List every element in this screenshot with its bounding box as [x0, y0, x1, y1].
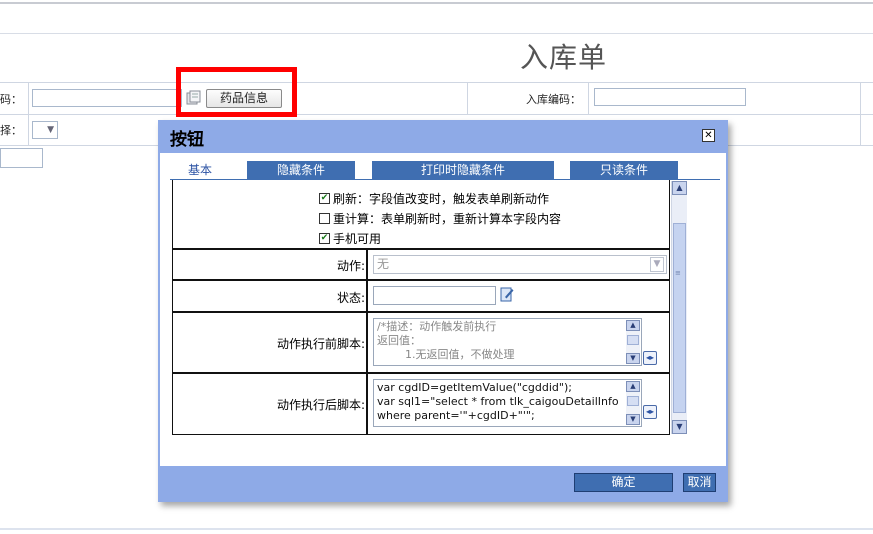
refresh-label: 刷新：字段值改变时，触发表单刷新动作 — [333, 192, 550, 206]
action-label: 动作: — [336, 259, 365, 273]
after-script-textarea[interactable]: var cgdID=getItemValue("cgddid"); var sq… — [373, 379, 642, 427]
status-input[interactable] — [373, 286, 496, 305]
row1-left-label: 码： — [0, 93, 22, 106]
scroll-up-icon[interactable]: ▲ — [626, 320, 640, 331]
expand-editor-icon[interactable]: ◂▸ — [643, 351, 657, 365]
status-row: 状态: — [173, 281, 669, 313]
edit-icon[interactable] — [500, 286, 514, 302]
after-script-row: 动作执行后脚本: var cgdID=getItemValue("cgddid"… — [173, 374, 669, 434]
refresh-checkbox[interactable]: ✔ — [319, 193, 330, 204]
recalc-checkbox[interactable] — [319, 213, 330, 224]
scroll-up-icon[interactable]: ▲ — [672, 181, 687, 195]
highlight-box — [176, 67, 297, 117]
cancel-button[interactable]: 取消 — [683, 473, 716, 492]
chevron-down-icon: ▼ — [650, 257, 664, 272]
title-separator — [0, 33, 873, 34]
chevron-down-icon: ▼ — [47, 125, 54, 135]
form-row-1: 码： 药品信息 入库编码： — [0, 82, 873, 115]
entry-code-label: 入库编码： — [526, 93, 581, 106]
refresh-option[interactable]: ✔ 刷新：字段值改变时，触发表单刷新动作 — [319, 190, 549, 207]
scroll-thumb[interactable] — [673, 223, 686, 413]
row2-select[interactable]: ▼ — [32, 121, 58, 139]
scroll-up-icon[interactable]: ▲ — [626, 381, 640, 392]
scroll-down-icon[interactable]: ▼ — [672, 420, 687, 434]
tab-readonly-condition[interactable]: 只读条件 — [570, 161, 678, 179]
before-script-label: 动作执行前脚本: — [276, 337, 365, 351]
ok-button[interactable]: 确定 — [574, 473, 673, 492]
mobile-option[interactable]: ✔ 手机可用 — [319, 230, 381, 247]
checkbox-section: ✔ 刷新：字段值改变时，触发表单刷新动作 重计算：表单刷新时，重新计算本字段内容… — [173, 180, 669, 250]
button-dialog: 按钮 ✕ 基本 隐藏条件 打印时隐藏条件 只读条件 ✔ 刷新：字段值改变时，触发… — [158, 120, 728, 502]
before-script-textarea[interactable]: /*描述：动作触发前执行 返回值： 1.无返回值，不做处理 ▲ ▼ — [373, 318, 642, 366]
top-border — [0, 2, 873, 4]
action-select[interactable]: 无 ▼ — [373, 255, 667, 274]
basic-tab-content: ✔ 刷新：字段值改变时，触发表单刷新动作 重计算：表单刷新时，重新计算本字段内容… — [172, 180, 670, 435]
textarea-scrollbar[interactable]: ▲ ▼ — [626, 381, 640, 425]
code-input[interactable] — [32, 89, 182, 107]
dialog-body: 基本 隐藏条件 打印时隐藏条件 只读条件 ✔ 刷新：字段值改变时，触发表单刷新动… — [160, 153, 726, 466]
mobile-label: 手机可用 — [333, 232, 382, 246]
form-title: 入库单 — [520, 41, 608, 74]
mobile-checkbox[interactable]: ✔ — [319, 233, 330, 244]
action-row: 动作: 无 ▼ — [173, 249, 669, 281]
status-label: 状态: — [336, 291, 365, 305]
close-icon[interactable]: ✕ — [702, 129, 715, 142]
after-script-label: 动作执行后脚本: — [276, 398, 365, 412]
scroll-down-icon[interactable]: ▼ — [626, 353, 640, 364]
action-select-value: 无 — [377, 257, 390, 271]
content-scrollbar[interactable]: ▲ ≡ ▼ — [671, 181, 687, 434]
before-script-row: 动作执行前脚本: /*描述：动作触发前执行 返回值： 1.无返回值，不做处理 ▲… — [173, 313, 669, 374]
tab-print-hide-condition[interactable]: 打印时隐藏条件 — [372, 161, 554, 179]
recalc-option[interactable]: 重计算：表单刷新时，重新计算本字段内容 — [319, 210, 561, 227]
scroll-down-icon[interactable]: ▼ — [626, 414, 640, 425]
small-input[interactable] — [0, 148, 43, 168]
textarea-scrollbar[interactable]: ▲ ▼ — [626, 320, 640, 364]
recalc-label: 重计算：表单刷新时，重新计算本字段内容 — [333, 212, 562, 226]
row2-left-label: 择： — [0, 124, 22, 137]
tab-basic[interactable]: 基本 — [170, 161, 230, 180]
bottom-border — [0, 528, 873, 530]
dialog-title: 按钮 — [170, 130, 204, 150]
tab-hide-condition[interactable]: 隐藏条件 — [247, 161, 355, 179]
expand-editor-icon[interactable]: ◂▸ — [643, 405, 657, 419]
entry-code-input[interactable] — [594, 88, 746, 106]
